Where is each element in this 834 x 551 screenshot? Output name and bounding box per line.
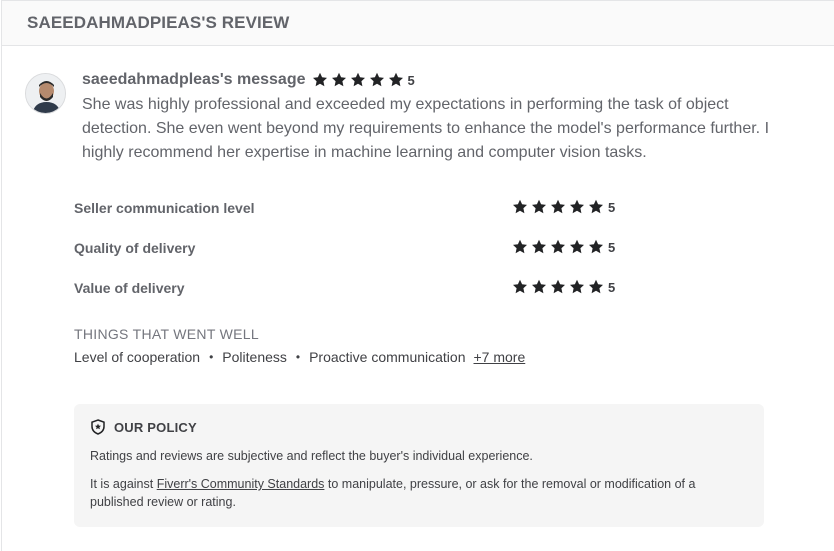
star-icon bbox=[569, 239, 585, 255]
criteria-rating: 5 bbox=[512, 279, 615, 295]
star-icon bbox=[331, 72, 347, 88]
rating-criteria: Seller communication level 5 Quality of … bbox=[74, 198, 634, 318]
star-icon bbox=[550, 239, 566, 255]
star-icon bbox=[569, 279, 585, 295]
criteria-label: Quality of delivery bbox=[74, 240, 196, 256]
criteria-row: Value of delivery 5 bbox=[74, 278, 634, 318]
star-icon bbox=[588, 239, 604, 255]
star-icon bbox=[531, 239, 547, 255]
review-header-title: SAEEDAHMADPIEAS'S REVIEW bbox=[27, 13, 290, 32]
criteria-stars bbox=[512, 239, 607, 255]
criteria-label: Seller communication level bbox=[74, 200, 255, 216]
policy-box: OUR POLICY Ratings and reviews are subje… bbox=[74, 404, 764, 527]
well-item: Proactive communication bbox=[309, 349, 466, 365]
avatar[interactable] bbox=[25, 73, 66, 114]
star-icon bbox=[550, 279, 566, 295]
star-icon bbox=[312, 72, 328, 88]
policy-text-prefix: It is against bbox=[90, 477, 157, 491]
review-header: SAEEDAHMADPIEAS'S REVIEW bbox=[2, 1, 834, 46]
star-icon bbox=[588, 199, 604, 215]
show-more-link[interactable]: +7 more bbox=[474, 349, 526, 365]
policy-text: Ratings and reviews are subjective and r… bbox=[90, 449, 533, 463]
things-went-well-list: Level of cooperation • Politeness • Proa… bbox=[74, 349, 525, 365]
review-username[interactable]: saeedahmadpleas's message bbox=[82, 71, 306, 89]
review-rating-value: 5 bbox=[407, 72, 415, 88]
star-icon bbox=[512, 279, 528, 295]
star-icon bbox=[512, 199, 528, 215]
review-message-text: She was highly professional and exceeded… bbox=[82, 96, 770, 161]
policy-title: OUR POLICY bbox=[114, 419, 197, 435]
star-icon bbox=[531, 199, 547, 215]
criteria-rating: 5 bbox=[512, 199, 615, 215]
star-icon bbox=[512, 239, 528, 255]
criteria-rating-value: 5 bbox=[608, 199, 616, 215]
review-stars bbox=[312, 72, 407, 88]
criteria-row: Seller communication level 5 bbox=[74, 198, 634, 238]
well-separator: • bbox=[295, 350, 301, 364]
policy-text-standards: It is against Fiverr's Community Standar… bbox=[90, 475, 748, 511]
star-icon bbox=[550, 199, 566, 215]
things-went-well-title: THINGS THAT WENT WELL bbox=[74, 326, 259, 342]
well-item: Level of cooperation bbox=[74, 349, 201, 365]
criteria-rating-value: 5 bbox=[608, 239, 616, 255]
criteria-label: Value of delivery bbox=[74, 280, 185, 296]
criteria-stars bbox=[512, 279, 607, 295]
criteria-rating: 5 bbox=[512, 239, 615, 255]
star-icon bbox=[569, 199, 585, 215]
criteria-stars bbox=[512, 199, 607, 215]
community-standards-link[interactable]: Fiverr's Community Standards bbox=[157, 477, 325, 491]
review-message-header: saeedahmadpleas's message 5 bbox=[82, 70, 415, 90]
star-icon bbox=[369, 72, 385, 88]
shield-star-icon bbox=[91, 419, 105, 435]
star-icon bbox=[350, 72, 366, 88]
star-icon bbox=[531, 279, 547, 295]
well-separator: • bbox=[209, 350, 214, 364]
policy-header: OUR POLICY bbox=[90, 418, 748, 436]
criteria-row: Quality of delivery 5 bbox=[74, 238, 634, 278]
well-item: Politeness bbox=[222, 349, 287, 365]
star-icon bbox=[388, 72, 404, 88]
criteria-rating-value: 5 bbox=[608, 279, 616, 295]
star-icon bbox=[588, 279, 604, 295]
